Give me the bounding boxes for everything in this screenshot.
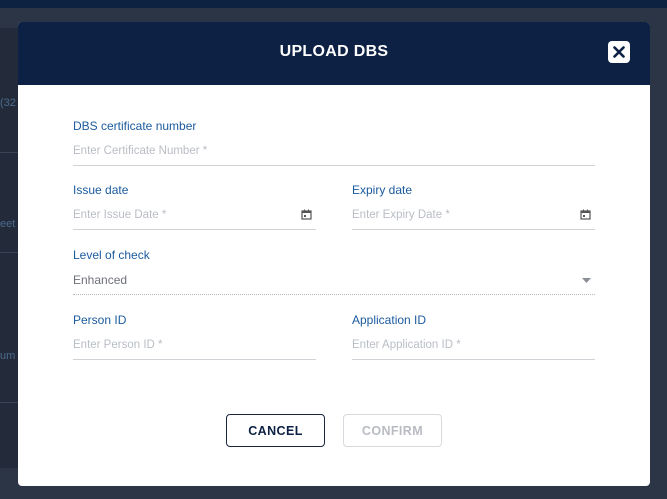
calendar-icon[interactable] <box>301 209 312 220</box>
certificate-number-label: DBS certificate number <box>73 119 197 133</box>
dialog-title: UPLOAD DBS <box>279 43 389 60</box>
background-text-fragment: um <box>0 350 16 362</box>
cancel-button[interactable]: CANCEL <box>226 414 325 447</box>
certificate-number-control <box>73 141 595 166</box>
close-button[interactable] <box>608 41 630 63</box>
certificate-number-field: DBS certificate number <box>73 119 595 166</box>
application-id-input[interactable] <box>352 335 559 355</box>
level-of-check-field: Level of check Enhanced <box>73 248 595 295</box>
calendar-icon[interactable] <box>580 209 591 220</box>
dialog-header: UPLOAD DBS <box>18 22 650 85</box>
expiry-date-control <box>352 205 595 230</box>
background-text-fragment: (32 <box>0 97 16 109</box>
close-icon <box>613 46 625 58</box>
expiry-date-label: Expiry date <box>352 183 413 197</box>
background-text-fragment: eet <box>0 218 16 230</box>
level-of-check-value: Enhanced <box>73 273 128 287</box>
person-id-field: Person ID <box>73 313 316 360</box>
level-of-check-label: Level of check <box>73 248 150 262</box>
issue-date-control <box>73 205 316 230</box>
person-id-input[interactable] <box>73 335 280 355</box>
level-of-check-select[interactable]: Enhanced <box>73 270 595 295</box>
issue-date-label: Issue date <box>73 183 129 197</box>
person-id-label: Person ID <box>73 313 127 327</box>
dropdown-caret-icon <box>582 278 591 283</box>
confirm-button[interactable]: CONFIRM <box>343 414 442 447</box>
application-id-field: Application ID <box>352 313 595 360</box>
application-id-control <box>352 335 595 360</box>
expiry-date-input[interactable] <box>352 205 559 225</box>
certificate-number-input[interactable] <box>73 141 517 161</box>
upload-dbs-dialog: UPLOAD DBS DBS certificate number Issue … <box>18 22 650 486</box>
person-id-control <box>73 335 316 360</box>
application-id-label: Application ID <box>352 313 427 327</box>
issue-date-field: Issue date <box>73 183 316 230</box>
issue-date-input[interactable] <box>73 205 280 225</box>
background-top-bar <box>0 0 667 8</box>
expiry-date-field: Expiry date <box>352 183 595 230</box>
